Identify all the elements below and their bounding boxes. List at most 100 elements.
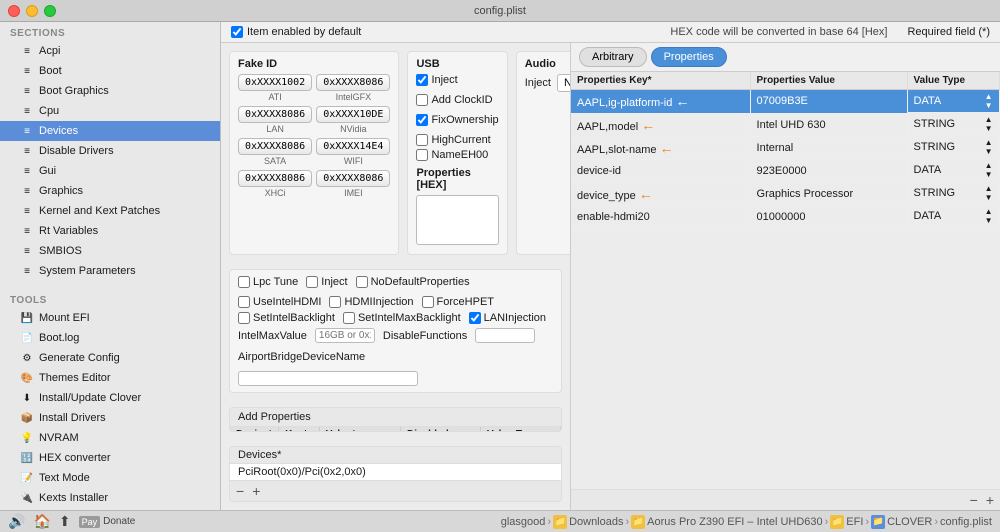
item-enabled-checkbox[interactable]	[231, 26, 243, 38]
sidebar-item-system-parameters[interactable]: ≡ System Parameters	[0, 261, 220, 281]
usb-fixownership-checkbox[interactable]	[416, 114, 428, 126]
fakeid-xhci-btn[interactable]: 0xXXXX8086	[238, 170, 312, 187]
sidebar-item-text-mode[interactable]: 📝 Text Mode	[0, 468, 220, 488]
no-default-props-cb[interactable]	[356, 276, 368, 288]
sidebar-item-kernel-kext[interactable]: ≡ Kernel and Kext Patches	[0, 201, 220, 221]
props-add-btn[interactable]: +	[986, 492, 994, 508]
usb-fixownership-label[interactable]: FixOwnership	[416, 114, 498, 126]
devices-remove-btn[interactable]: −	[236, 483, 244, 499]
hdmi-injection-label[interactable]: HDMIInjection	[329, 296, 413, 308]
minimize-button[interactable]	[26, 5, 38, 17]
usb-row2: NameEH00	[416, 149, 498, 161]
opt-inject-cb[interactable]	[306, 276, 318, 288]
lpc-tune-cb[interactable]	[238, 276, 250, 288]
usb-nameeh00-label[interactable]: NameEH00	[416, 149, 488, 161]
fakeid-nvidia-btn[interactable]: 0xXXXX10DE	[316, 106, 390, 123]
use-intel-hdmi-cb[interactable]	[238, 296, 250, 308]
pay-donate[interactable]: Pay Donate	[79, 516, 136, 528]
tab-properties[interactable]: Properties	[651, 47, 727, 67]
props-type-0: DATA▲▼	[908, 90, 1000, 113]
hdmi-injection-cb[interactable]	[329, 296, 341, 308]
usb-highcurrent-checkbox[interactable]	[416, 134, 428, 146]
devices-table: Devices* PciRoot(0x0)/Pci(0x2,0x0) − +	[229, 446, 562, 502]
fakeid-imei-btn[interactable]: 0xXXXX8086	[316, 170, 390, 187]
props-row-4[interactable]: device_type ←Graphics ProcessorSTRING▲▼	[571, 182, 1000, 205]
set-intel-backlight-cb[interactable]	[238, 312, 250, 324]
gear-icon: ⚙	[20, 351, 34, 365]
props-remove-btn[interactable]: −	[970, 492, 978, 508]
fakeid-intelgfx-btn[interactable]: 0xXXXX8086	[316, 74, 390, 91]
usb-inject-label[interactable]: Inject	[416, 74, 457, 86]
use-intel-hdmi-label[interactable]: UseIntelHDMI	[238, 296, 321, 308]
sidebar-item-gui[interactable]: ≡ Gui	[0, 161, 220, 181]
sidebar-item-devices[interactable]: ≡ Devices	[0, 121, 220, 141]
opt-inject-label[interactable]: Inject	[306, 276, 347, 288]
props-row-2[interactable]: AAPL,slot-name ←InternalSTRING▲▼	[571, 136, 1000, 159]
fakeid-wifi-btn[interactable]: 0xXXXX14E4	[316, 138, 390, 155]
fakeid-ati: 0xXXXX1002 ATI	[238, 74, 312, 102]
sidebar-item-cpu[interactable]: ≡ Cpu	[0, 101, 220, 121]
lan-injection-label[interactable]: LANInjection	[469, 312, 546, 324]
item-enabled-label[interactable]: Item enabled by default	[231, 26, 361, 38]
lpc-tune-label[interactable]: Lpc Tune	[238, 276, 298, 288]
set-intel-max-backlight-label[interactable]: SetIntelMaxBacklight	[343, 312, 461, 324]
lan-injection-cb[interactable]	[469, 312, 481, 324]
props-row-5[interactable]: enable-hdmi2001000000DATA▲▼	[571, 205, 1000, 228]
disable-functions-input[interactable]	[475, 328, 535, 343]
props-row-0[interactable]: AAPL,ig-platform-id ←07009B3EDATA▲▼	[571, 90, 1000, 114]
stepper-5[interactable]: ▲▼	[985, 207, 993, 225]
sidebar-item-install-drivers[interactable]: 📦 Install Drivers	[0, 408, 220, 428]
force-hpet-label[interactable]: ForceHPET	[422, 296, 494, 308]
sidebar-item-boot[interactable]: ≡ Boot	[0, 61, 220, 81]
sidebar-item-nvram[interactable]: 💡 NVRAM	[0, 428, 220, 448]
maximize-button[interactable]	[44, 5, 56, 17]
stepper-1[interactable]: ▲▼	[985, 115, 993, 133]
sidebar-item-install-update-clover[interactable]: ⬇ Install/Update Clover	[0, 388, 220, 408]
fakeid-sata-btn[interactable]: 0xXXXX8086	[238, 138, 312, 155]
sidebar-item-boot-log[interactable]: 📄 Boot.log	[0, 328, 220, 348]
stepper-4[interactable]: ▲▼	[985, 184, 993, 202]
usb-highcurrent-label[interactable]: HighCurrent	[416, 134, 490, 146]
sidebar-item-rt-variables[interactable]: ≡ Rt Variables	[0, 221, 220, 241]
stepper-0[interactable]: ▲▼	[985, 92, 993, 110]
sidebar-item-generate-config[interactable]: ⚙ Generate Config	[0, 348, 220, 368]
usb-nameeh00-checkbox[interactable]	[416, 149, 428, 161]
sidebar-item-graphics[interactable]: ≡ Graphics	[0, 181, 220, 201]
sidebar-label-cpu: Cpu	[39, 105, 59, 117]
share-icon[interactable]: ⬆	[59, 513, 71, 530]
audio-inject-select[interactable]: No	[557, 74, 570, 92]
sidebar-item-kexts-installer[interactable]: 🔌 Kexts Installer	[0, 488, 220, 508]
intel-max-value-input[interactable]	[315, 328, 375, 343]
bc-downloads: Downloads	[569, 516, 623, 528]
tab-arbitrary[interactable]: Arbitrary	[579, 47, 647, 67]
speaker-icon[interactable]: 🔊	[8, 513, 25, 530]
fakeid-ati-btn[interactable]: 0xXXXX1002	[238, 74, 312, 91]
close-button[interactable]	[8, 5, 20, 17]
usb-addclock-checkbox[interactable]	[416, 94, 428, 106]
set-intel-backlight-label[interactable]: SetIntelBacklight	[238, 312, 335, 324]
stepper-3[interactable]: ▲▼	[985, 161, 993, 179]
sidebar-item-acpi[interactable]: ≡ Acpi	[0, 41, 220, 61]
set-intel-max-backlight-cb[interactable]	[343, 312, 355, 324]
airport-bridge-input[interactable]	[238, 371, 418, 386]
sidebar-item-mount-efi[interactable]: 💾 Mount EFI	[0, 308, 220, 328]
no-default-props-label[interactable]: NoDefaultProperties	[356, 276, 470, 288]
props-row-1[interactable]: AAPL,model ←Intel UHD 630STRING▲▼	[571, 113, 1000, 136]
devices-pci-row[interactable]: PciRoot(0x0)/Pci(0x2,0x0)	[230, 464, 561, 480]
sidebar-item-hex-converter[interactable]: 🔢 HEX converter	[0, 448, 220, 468]
usb-addclock-label[interactable]: Add ClockID	[416, 94, 492, 106]
fakeid-lan-btn[interactable]: 0xXXXX8086	[238, 106, 312, 123]
doc-icon: 📄	[20, 331, 34, 345]
props-row-3[interactable]: device-id923E0000DATA▲▼	[571, 159, 1000, 182]
sidebar-item-smbios[interactable]: ≡ SMBIOS	[0, 241, 220, 261]
devices-add-btn[interactable]: +	[252, 483, 260, 499]
props-value-3: 923E0000	[750, 159, 907, 182]
force-hpet-cb[interactable]	[422, 296, 434, 308]
stepper-2[interactable]: ▲▼	[985, 138, 993, 156]
usb-inject-checkbox[interactable]	[416, 74, 428, 86]
hex-textarea[interactable]	[416, 195, 498, 245]
sidebar-item-boot-graphics[interactable]: ≡ Boot Graphics	[0, 81, 220, 101]
sidebar-item-disable-drivers[interactable]: ≡ Disable Drivers	[0, 141, 220, 161]
home-icon[interactable]: 🏠	[33, 513, 50, 530]
sidebar-item-themes-editor[interactable]: 🎨 Themes Editor	[0, 368, 220, 388]
